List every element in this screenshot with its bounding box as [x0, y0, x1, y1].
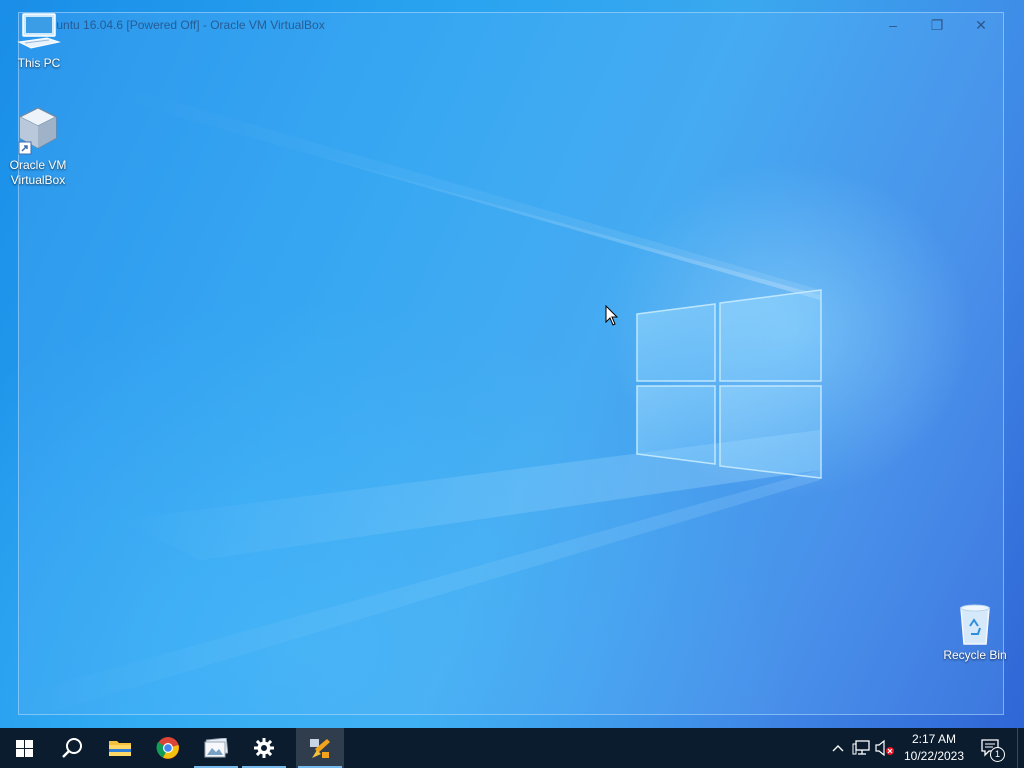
taskbar-photo-viewer[interactable] — [192, 728, 240, 768]
window-title: Ubuntu 16.04.6 [Powered Off] - Oracle VM… — [41, 18, 325, 32]
start-button[interactable] — [0, 728, 48, 768]
network-status-button[interactable] — [849, 728, 873, 768]
desktop-icon-virtualbox[interactable]: Oracle VM VirtualBox — [1, 106, 75, 188]
system-tray: 2:17 AM 10/22/2023 1 — [827, 728, 1024, 768]
computer-icon — [17, 13, 61, 49]
desktop-icon-label: Recycle Bin — [943, 648, 1007, 662]
clock-date: 10/22/2023 — [903, 749, 965, 763]
show-desktop-button[interactable] — [1017, 728, 1024, 768]
restore-icon: ❐ — [930, 16, 944, 33]
gear-icon — [254, 738, 274, 758]
taskbar: 2:17 AM 10/22/2023 1 — [0, 728, 1024, 768]
mouse-cursor-icon — [605, 305, 619, 326]
volume-button[interactable] — [873, 728, 897, 768]
desktop-icon-label: Oracle VM — [9, 158, 67, 172]
chrome-icon — [156, 737, 179, 759]
recycle-bin-icon — [960, 604, 990, 645]
desktop-icon-recycle-bin[interactable]: Recycle Bin — [938, 602, 1012, 663]
photos-icon — [204, 738, 228, 758]
close-icon: ✕ — [975, 16, 987, 33]
search-icon — [62, 738, 82, 758]
network-icon — [852, 740, 870, 755]
action-center-button[interactable]: 1 — [971, 728, 1011, 768]
clock-time: 2:17 AM — [911, 732, 957, 746]
chevron-up-icon — [832, 745, 844, 752]
taskbar-clock[interactable]: 2:17 AM 10/22/2023 — [897, 728, 971, 768]
taskbar-virtualbox[interactable] — [296, 728, 344, 768]
folder-icon — [109, 741, 131, 756]
desktop-icon-label: This PC — [17, 56, 61, 70]
taskbar-file-explorer[interactable] — [96, 728, 144, 768]
window-titlebar[interactable]: Ubuntu 16.04.6 [Powered Off] - Oracle VM… — [19, 13, 1003, 37]
taskbar-chrome[interactable] — [144, 728, 192, 768]
notification-count-badge: 1 — [990, 747, 1005, 762]
desktop: Ubuntu 16.04.6 [Powered Off] - Oracle VM… — [0, 0, 1024, 728]
virtualbox-manager-icon — [310, 739, 330, 758]
desktop-icon-this-pc[interactable]: This PC — [2, 12, 76, 71]
virtualbox-window[interactable]: Ubuntu 16.04.6 [Powered Off] - Oracle VM… — [18, 12, 1004, 715]
volume-muted-icon — [875, 740, 894, 756]
desktop-icon-label: VirtualBox — [10, 173, 66, 187]
restore-button[interactable]: ❐ — [915, 13, 959, 37]
taskbar-settings[interactable] — [240, 728, 288, 768]
close-button[interactable]: ✕ — [959, 13, 1003, 37]
minimize-icon: – — [889, 17, 897, 33]
windows-logo-icon — [15, 739, 33, 757]
search-button[interactable] — [48, 728, 96, 768]
minimize-button[interactable]: – — [871, 13, 915, 37]
virtualbox-icon — [18, 107, 58, 155]
show-hidden-icons-button[interactable] — [827, 728, 849, 768]
